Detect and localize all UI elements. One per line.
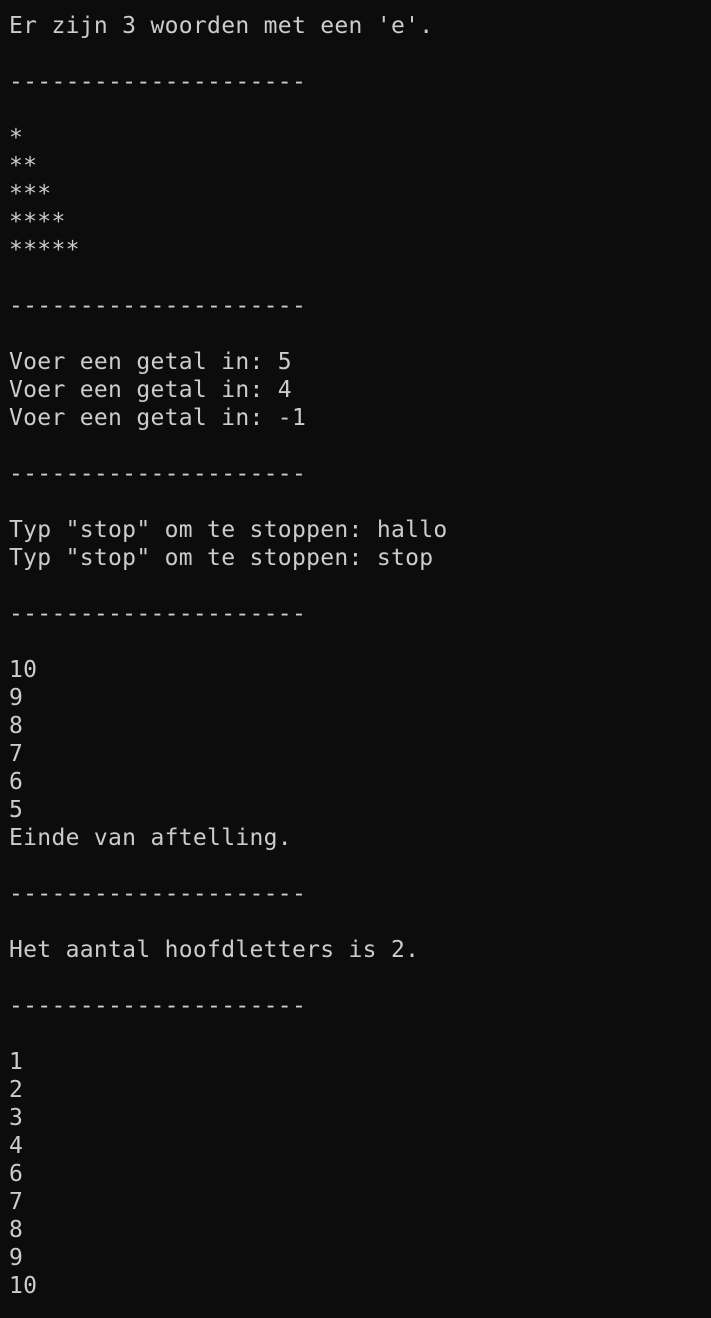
output-line: 9 <box>9 685 24 711</box>
output-line: 1 <box>9 1049 24 1075</box>
output-line: 7 <box>9 1189 24 1215</box>
output-line: Voer een getal in: -1 <box>9 405 307 431</box>
output-line: 10 <box>9 1273 38 1299</box>
output-line: Het aantal hoofdletters is 2. <box>9 937 420 963</box>
output-line: 6 <box>9 1161 24 1187</box>
output-line: Typ "stop" om te stoppen: hallo <box>9 517 448 543</box>
separator-line: --------------------- <box>9 69 307 95</box>
output-line: Einde van aftelling. <box>9 825 292 851</box>
output-line: 3 <box>9 1105 24 1131</box>
output-line: *** <box>9 181 52 207</box>
terminal-output: Er zijn 3 woorden met een 'e'. ---------… <box>0 0 711 1318</box>
output-line: 8 <box>9 1217 24 1243</box>
output-line: **** <box>9 209 66 235</box>
output-line: 9 <box>9 1245 24 1271</box>
output-line: 2 <box>9 1077 24 1103</box>
output-line: ***** <box>9 237 80 263</box>
separator-line: --------------------- <box>9 881 307 907</box>
output-line: 7 <box>9 741 24 767</box>
separator-line: --------------------- <box>9 601 307 627</box>
output-line: 10 <box>9 657 38 683</box>
output-line: 5 <box>9 797 24 823</box>
output-line: Voer een getal in: 5 <box>9 349 292 375</box>
output-line: 8 <box>9 713 24 739</box>
output-line: 4 <box>9 1133 24 1159</box>
output-line: Voer een getal in: 4 <box>9 377 292 403</box>
output-line: 6 <box>9 769 24 795</box>
output-line: Typ "stop" om te stoppen: stop <box>9 545 434 571</box>
output-line: * <box>9 125 24 151</box>
separator-line: --------------------- <box>9 293 307 319</box>
separator-line: --------------------- <box>9 461 307 487</box>
separator-line: --------------------- <box>9 993 307 1019</box>
output-line: ** <box>9 153 38 179</box>
output-line: Er zijn 3 woorden met een 'e'. <box>9 13 434 39</box>
